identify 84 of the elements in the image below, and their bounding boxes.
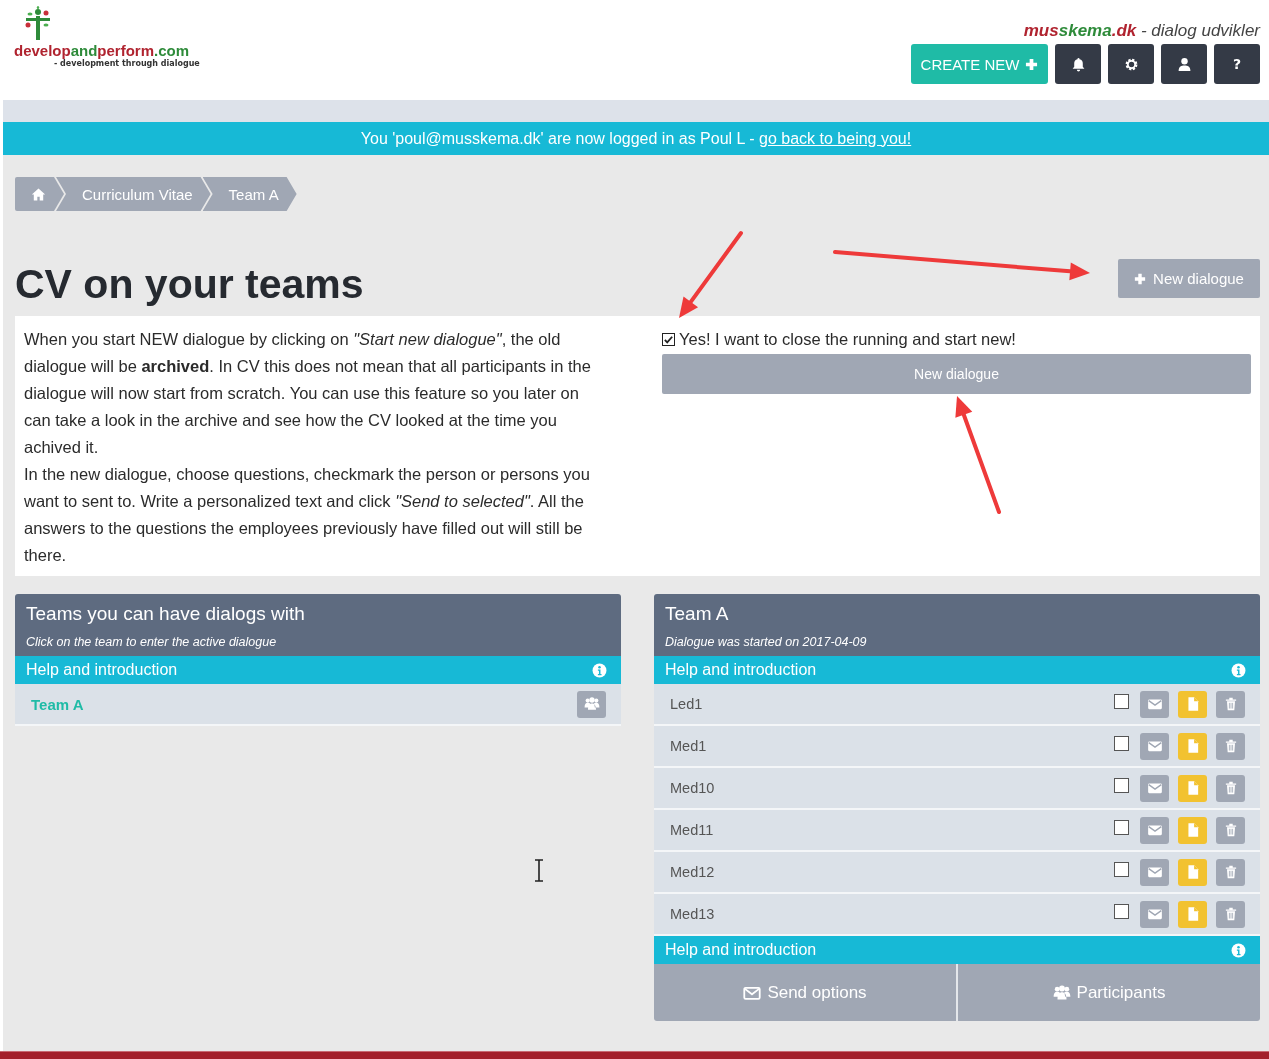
text-cursor-icon [534, 859, 544, 882]
envelope-icon [1146, 696, 1163, 712]
intro-paragraph: In the new dialogue, choose questions, checkmark the person or persons you want to sent to. Write a personalized text and click "Send to selected". All the answers to the questions the employees previously have filled out will still be there. [24, 464, 591, 566]
document-button[interactable] [1178, 816, 1207, 844]
users-icon [583, 696, 600, 712]
team-link[interactable]: Team A [31, 695, 84, 713]
delete-button[interactable] [1216, 732, 1245, 760]
users-icon [1052, 983, 1071, 1002]
member-checkbox[interactable] [1114, 819, 1129, 835]
plus-icon [1134, 272, 1147, 285]
mail-button[interactable] [1140, 858, 1169, 886]
panel-subtitle: Dialogue was started on 2017-04-09 [665, 635, 868, 649]
confirm-checkbox[interactable] [662, 333, 675, 346]
delete-button[interactable] [1216, 690, 1245, 718]
logo-wordmark: developandperform.com [14, 42, 190, 59]
envelope-icon [1146, 780, 1163, 796]
member-name: Med13 [670, 906, 715, 922]
participants-button[interactable]: Participants [958, 964, 1260, 1021]
member-name: Med10 [670, 780, 715, 796]
new-dialogue-submit-button[interactable]: New dialogue [662, 354, 1251, 394]
document-button[interactable] [1178, 690, 1207, 718]
envelope-icon [1146, 864, 1163, 880]
help-bar[interactable]: Help and introduction [654, 656, 1260, 684]
member-checkbox[interactable] [1114, 777, 1129, 793]
member-checkbox[interactable] [1114, 735, 1129, 751]
panel-title: Team A [665, 602, 730, 626]
member-checkbox[interactable] [1114, 693, 1129, 709]
intro-paragraph: When you start NEW dialogue by clicking on "Start new dialogue", the old dialogue will be archived. In CV this does not mean that all participants in the dialogue will now start from scratch. You can use this feature so you later on can take a look in the archive and see how the CV looked at the time you achived it. [24, 329, 592, 458]
help-title: Help and introduction [665, 661, 817, 679]
document-button[interactable] [1178, 858, 1207, 886]
mail-button[interactable] [1140, 732, 1169, 760]
help-bar[interactable]: Help and introduction [654, 936, 1260, 964]
member-name: Led1 [670, 696, 703, 712]
member-name: Med12 [670, 864, 715, 880]
team-row[interactable]: Team A [15, 684, 621, 726]
member-checkbox[interactable] [1114, 861, 1129, 877]
document-button[interactable] [1178, 774, 1207, 802]
home-icon [31, 186, 46, 202]
mail-button[interactable] [1140, 900, 1169, 928]
send-options-button[interactable]: Send options [654, 964, 958, 1021]
info-icon [1231, 942, 1246, 958]
bell-icon [1070, 56, 1086, 72]
delete-button[interactable] [1216, 774, 1245, 802]
go-back-link[interactable]: go back to being you! [759, 129, 912, 147]
breadcrumb-item[interactable]: Team A [202, 177, 297, 211]
notifications-button[interactable] [1055, 44, 1101, 84]
settings-icon [1123, 56, 1139, 72]
document-button[interactable] [1178, 900, 1207, 928]
envelope-icon [1146, 738, 1163, 754]
page-title: CV on your teams [15, 260, 364, 308]
help-button[interactable]: ? [1214, 44, 1260, 84]
delete-button[interactable] [1216, 900, 1245, 928]
envelope-icon [1146, 906, 1163, 922]
new-dialogue-button[interactable]: New dialogue [1118, 259, 1260, 298]
member-name: Med1 [670, 738, 707, 754]
user-icon [1176, 56, 1192, 72]
envelope-icon [1146, 822, 1163, 838]
settings-button[interactable] [1108, 44, 1154, 84]
info-icon [1231, 662, 1246, 678]
create-new-button[interactable]: CREATE NEW [911, 44, 1048, 84]
profile-button[interactable] [1161, 44, 1207, 84]
login-notice: You 'poul@musskema.dk' are now logged in as Poul L - go back to being you! [360, 129, 912, 148]
mail-button[interactable] [1140, 816, 1169, 844]
participants-button[interactable] [577, 690, 606, 718]
member-checkbox[interactable] [1114, 903, 1129, 919]
breadcrumb-item[interactable]: Curriculum Vitae [56, 177, 211, 211]
delete-button[interactable] [1216, 816, 1245, 844]
member-name: Med11 [670, 822, 714, 838]
confirm-label: Yes! I want to close the running and start new! [679, 330, 1016, 349]
plus-icon [1025, 57, 1039, 71]
logo-figure-icon [23, 6, 53, 42]
info-icon [592, 662, 607, 678]
mail-button[interactable] [1140, 690, 1169, 718]
panel-subtitle: Click on the team to enter the active dialogue [26, 635, 278, 649]
home-crumb[interactable] [15, 177, 64, 211]
logo-tagline: - development through dialogue [54, 59, 201, 68]
document-button[interactable] [1178, 732, 1207, 760]
delete-button[interactable] [1216, 858, 1245, 886]
help-bar[interactable]: Help and introduction [15, 656, 621, 684]
panel-title: Teams you can have dialogs with [26, 602, 306, 626]
help-title: Help and introduction [26, 661, 178, 679]
help-title: Help and introduction [665, 941, 817, 959]
brand-text: musskema.dk - dialog udvikler [1023, 20, 1260, 42]
mail-button[interactable] [1140, 774, 1169, 802]
